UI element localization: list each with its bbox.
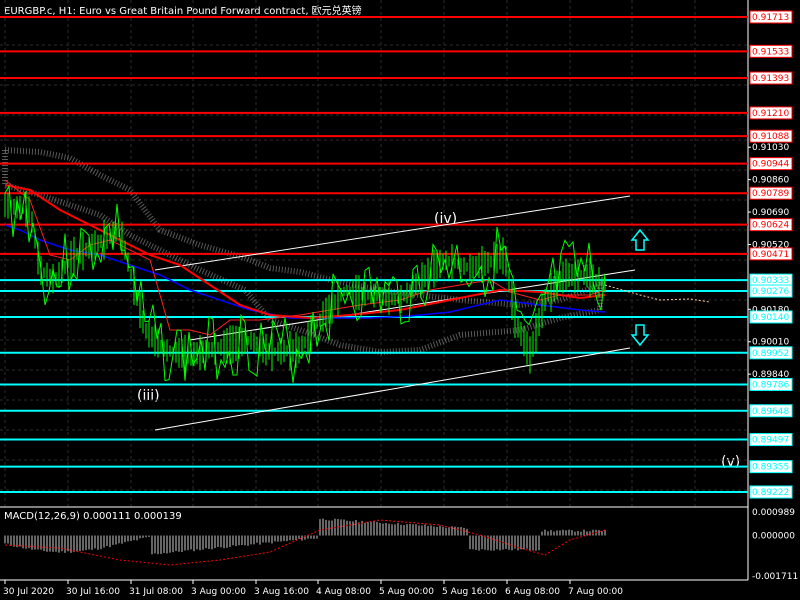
resistance-level-value: 0.91088 [752,132,789,142]
price-tick-label: 0.90010 [752,338,789,348]
resistance-level-value: 0.91713 [752,13,789,23]
resistance-level-value: 0.91210 [752,109,789,119]
price-tick-label: 0.90690 [752,208,789,218]
ichimoku-cloud [2,146,603,356]
macd-axis: 0.000989 0.000000 -0.001711 [752,508,798,582]
time-tick-label: 7 Aug 00:00 [568,587,623,597]
time-tick-label: 31 Jul 08:00 [129,587,183,597]
time-axis: 30 Jul 2020 30 Jul 16:00 31 Jul 08:00 3 Aug… [3,580,623,597]
time-tick-label: 5 Aug 00:00 [379,587,434,597]
level-lines [0,16,748,493]
support-level-value: 0.89648 [752,407,789,417]
resistance-level-value: 0.90789 [752,189,789,199]
resistance-level-value: 0.90624 [752,221,789,231]
arrow-down-icon[interactable] [630,324,650,347]
support-level-value: 0.89222 [752,488,789,498]
resistance-level-value: 0.90944 [752,160,789,170]
time-tick-label: 30 Jul 16:00 [66,587,120,597]
time-tick-label: 30 Jul 2020 [3,587,54,597]
time-tick-label: 4 Aug 08:00 [316,587,371,597]
support-level-value: 0.89786 [752,380,789,390]
price-candles [4,191,606,374]
forecast-projection [604,284,711,303]
price-tick-label: 0.90520 [752,240,789,250]
time-tick-label: 3 Aug 16:00 [254,587,309,597]
support-level-value: 0.89355 [752,463,789,473]
channel-upper-line[interactable] [154,195,631,271]
resistance-level-value: 0.91393 [752,74,789,84]
resistance-level-value: 0.90471 [752,250,789,260]
macd-tick-label: 0.000000 [752,531,795,541]
time-tick-label: 6 Aug 08:00 [505,587,560,597]
price-tick-label: 0.90860 [752,176,789,186]
support-level-value: 0.89952 [752,349,789,359]
time-tick-label: 3 Aug 00:00 [191,587,246,597]
arrow-up-icon[interactable] [630,228,650,251]
support-level-value: 0.89497 [752,436,789,446]
macd-tick-label: -0.001711 [752,572,798,582]
price-axis: 0.91713 0.91533 0.91393 0.91210 0.91088 0.909… [748,10,793,499]
price-chart[interactable]: 0.91713 0.91533 0.91393 0.91210 0.91088 0.909… [0,0,800,600]
resistance-level-value: 0.91533 [752,47,789,57]
time-tick-label: 5 Aug 16:00 [442,587,497,597]
support-level-value: 0.90276 [752,287,789,297]
price-tick-label: 0.90180 [752,305,789,315]
price-tick-label: 0.91030 [752,143,789,153]
macd-tick-label: 0.000989 [752,508,795,518]
price-tick-label: 0.89840 [752,370,789,380]
channel-lower-line[interactable] [154,347,631,431]
macd-histogram [4,518,606,566]
